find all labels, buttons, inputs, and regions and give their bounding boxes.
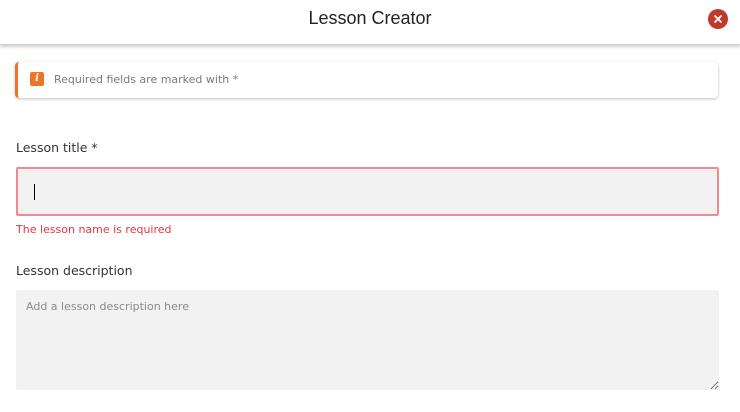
lesson-title-input[interactable] — [16, 167, 719, 216]
dialog-header: Lesson Creator — [0, 0, 740, 45]
lesson-creator-dialog: Lesson Creator i Required fields are mar… — [0, 0, 740, 412]
required-fields-notice: i Required fields are marked with * — [15, 62, 718, 98]
close-button[interactable] — [708, 9, 728, 29]
info-icon: i — [30, 72, 44, 86]
lesson-description-label: Lesson description — [16, 263, 133, 278]
text-caret — [34, 184, 35, 200]
lesson-title-label: Lesson title * — [16, 140, 98, 155]
lesson-title-error: The lesson name is required — [16, 223, 172, 236]
close-icon — [713, 14, 723, 24]
lesson-description-input[interactable] — [16, 290, 719, 390]
notice-text: Required fields are marked with * — [54, 73, 239, 86]
dialog-title: Lesson Creator — [308, 8, 432, 28]
